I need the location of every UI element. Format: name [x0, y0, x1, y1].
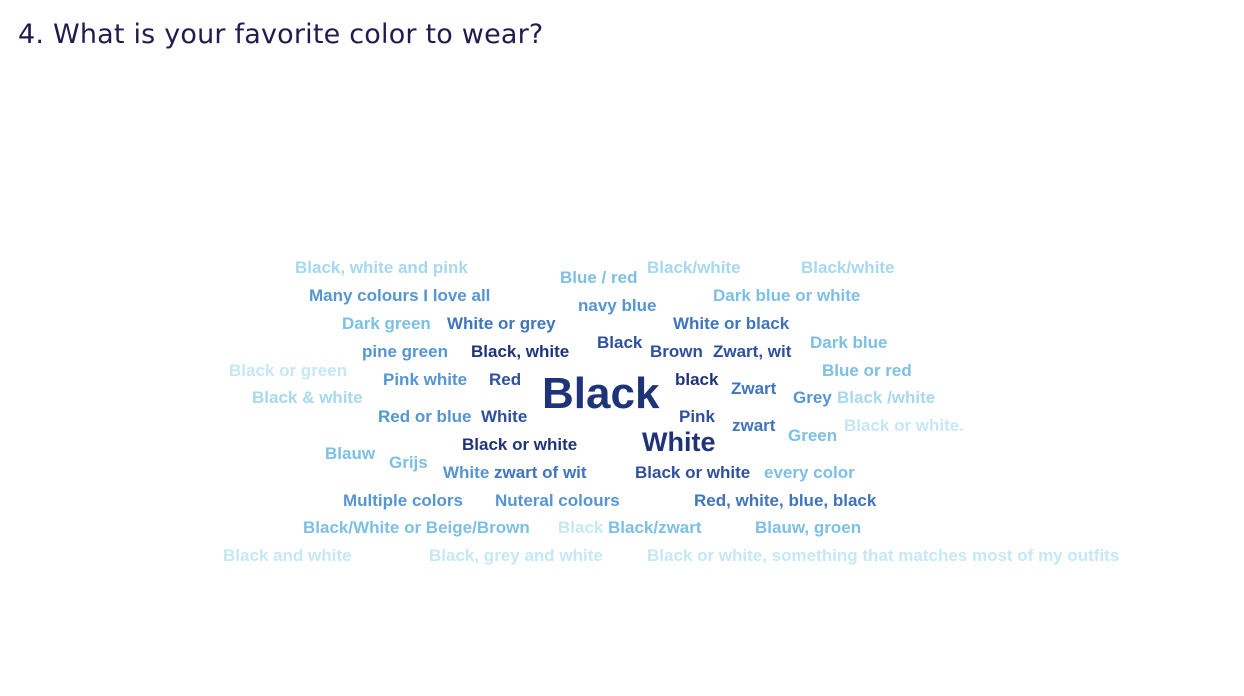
- cloud-word-pine-green: pine green: [362, 342, 448, 361]
- cloud-word-zwart-wit: Zwart, wit: [713, 342, 792, 361]
- cloud-word-pink-white: Pink white: [383, 370, 468, 389]
- cloud-word-dark-blue-or-white: Dark blue or white: [713, 286, 861, 305]
- cloud-word-black-small: Black: [597, 333, 643, 352]
- cloud-word-every-color: every color: [764, 463, 855, 482]
- cloud-word-black-space-slash-white: Black /white: [837, 388, 936, 407]
- cloud-word-black-white-slash-2: Black/white: [801, 258, 895, 277]
- cloud-word-zwart-capital: Zwart: [731, 379, 777, 398]
- cloud-word-black-or-white-center: Black or white: [462, 435, 578, 454]
- cloud-word-multiple-colors: Multiple colors: [343, 491, 463, 510]
- cloud-word-blue-or-red: Blue or red: [822, 361, 912, 380]
- cloud-word-white-or-black: White or black: [673, 314, 790, 333]
- cloud-word-zwart-of-wit: zwart of wit: [494, 463, 587, 482]
- cloud-word-red: Red: [489, 370, 522, 389]
- cloud-word-many-colours: Many colours I love all: [309, 286, 491, 305]
- cloud-word-black-or-green: Black or green: [229, 361, 348, 380]
- cloud-word-dark-blue: Dark blue: [810, 333, 888, 352]
- cloud-word-red-or-blue: Red or blue: [378, 407, 472, 426]
- cloud-word-white-large: White: [642, 427, 716, 457]
- cloud-word-black-and-white: Black and white: [223, 546, 352, 565]
- cloud-word-black-faint: Black: [558, 518, 604, 537]
- cloud-word-black-or-white-right: Black or white: [635, 463, 751, 482]
- cloud-word-black-and-white-amp: Black & white: [252, 388, 363, 407]
- cloud-word-green: Green: [788, 426, 838, 445]
- cloud-word-blauw-groen: Blauw, groen: [755, 518, 862, 537]
- cloud-word-white-small: White: [481, 407, 528, 426]
- cloud-word-black-white-and-pink: Black, white and pink: [295, 258, 468, 277]
- cloud-word-nuteral-colours: Nuteral colours: [495, 491, 620, 510]
- cloud-word-black-white-slash: Black/white: [647, 258, 741, 277]
- cloud-word-white-or-grey: White or grey: [447, 314, 556, 333]
- cloud-word-navy-blue: navy blue: [578, 296, 657, 315]
- cloud-word-black-or-white-outfits: Black or white, something that matches m…: [647, 546, 1120, 565]
- cloud-word-grijs: Grijs: [389, 453, 428, 472]
- cloud-word-black-comma-white: Black, white: [471, 342, 570, 361]
- cloud-word-blauw: Blauw: [325, 444, 376, 463]
- cloud-word-black-white-or-beige-brown: Black/White or Beige/Brown: [303, 518, 530, 537]
- cloud-word-black-grey-and-white: Black, grey and white: [429, 546, 603, 565]
- word-cloud: Black, white and pink Blue / red Black/w…: [0, 0, 1244, 696]
- cloud-word-grey: Grey: [793, 388, 832, 407]
- cloud-word-blue-red: Blue / red: [560, 268, 638, 287]
- cloud-word-zwart-lowercase: zwart: [732, 416, 776, 435]
- cloud-word-black-lowercase: black: [675, 370, 719, 389]
- cloud-word-dark-green: Dark green: [342, 314, 431, 333]
- cloud-word-red-white-blue-black: Red, white, blue, black: [694, 491, 877, 510]
- cloud-word-white-left: White: [443, 463, 490, 482]
- cloud-word-brown: Brown: [650, 342, 703, 361]
- cloud-word-pink: Pink: [679, 407, 715, 426]
- cloud-word-black-large: Black: [542, 369, 660, 418]
- cloud-word-black-zwart: Black/zwart: [608, 518, 702, 537]
- cloud-word-black-or-white-period: Black or white.: [844, 416, 964, 435]
